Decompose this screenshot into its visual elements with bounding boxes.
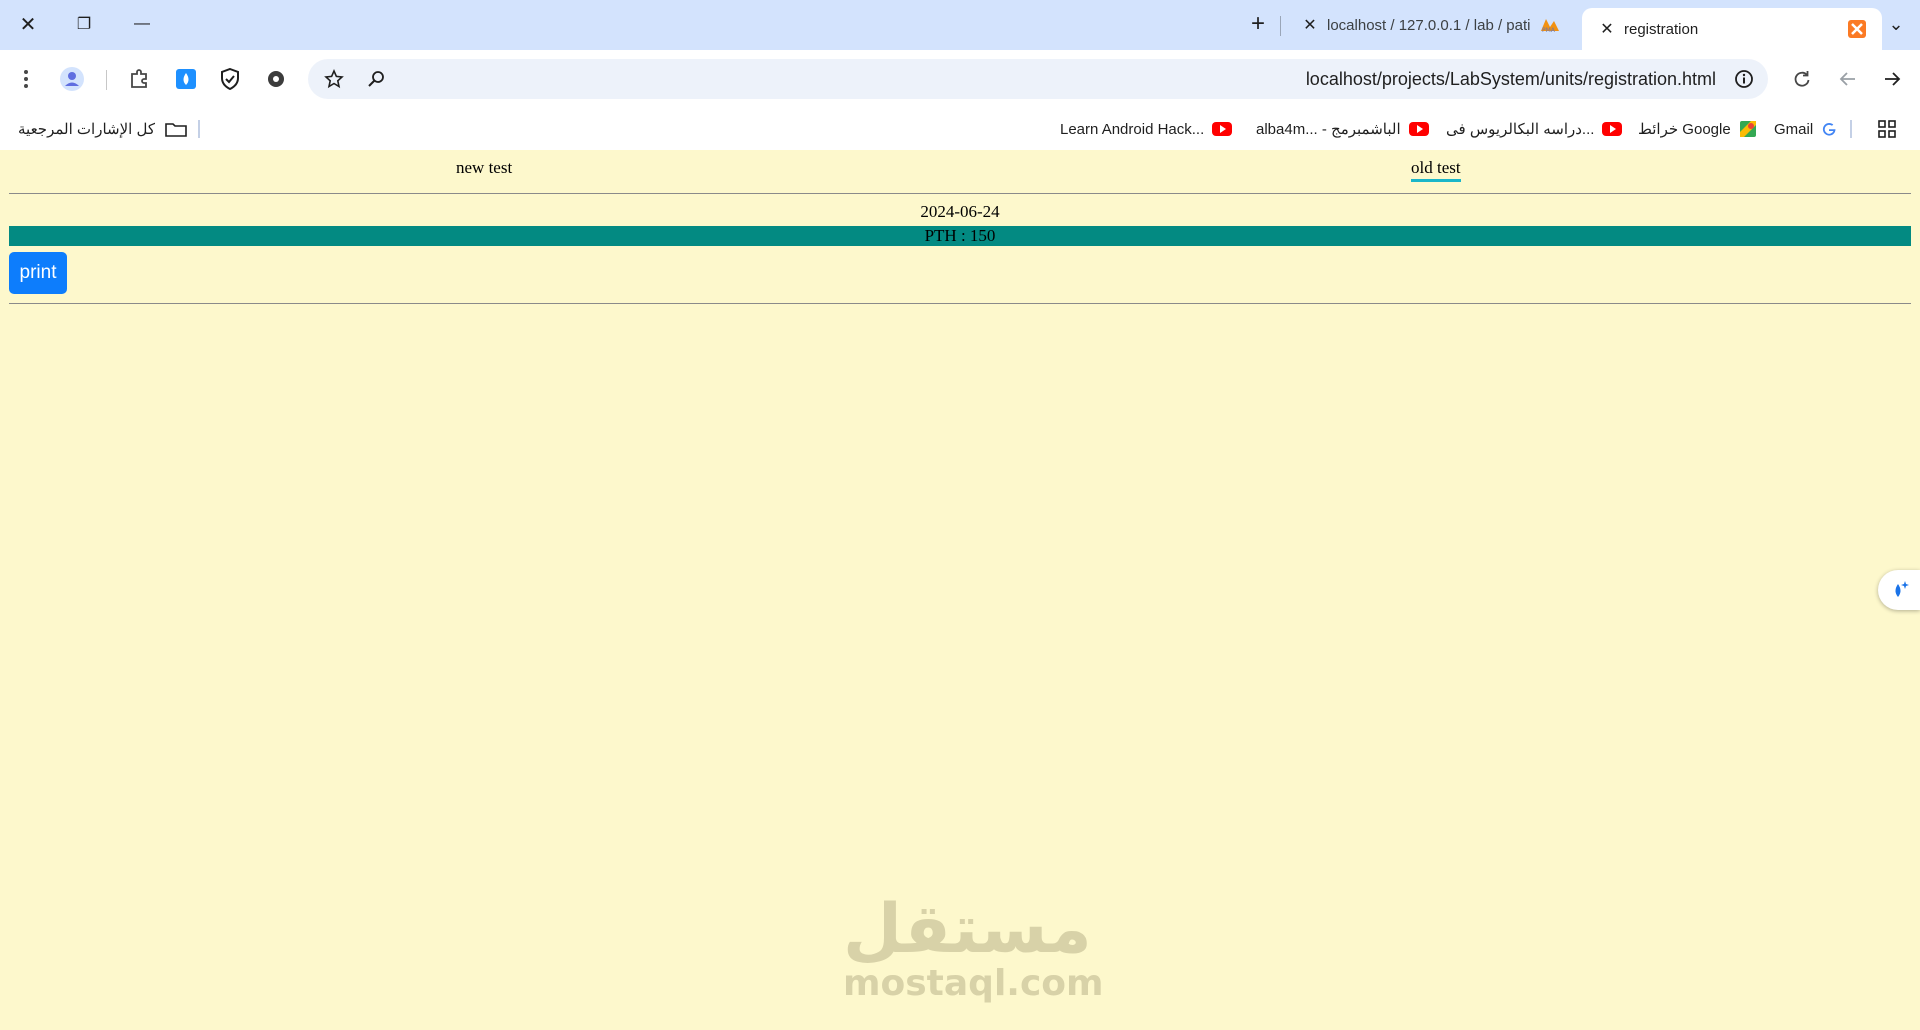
print-button[interactable]: print <box>9 252 67 294</box>
maps-icon <box>1739 120 1757 138</box>
address-bar[interactable]: localhost/projects/LabSystem/units/regis… <box>308 59 1768 99</box>
tab-old-test[interactable]: old test <box>1411 158 1461 182</box>
url-text[interactable]: localhost/projects/LabSystem/units/regis… <box>1306 59 1716 99</box>
side-panel-sparkle-icon[interactable] <box>1878 570 1920 610</box>
youtube-icon <box>1408 122 1429 136</box>
tab-new-test[interactable]: new test <box>456 158 512 178</box>
water-drop-extension-icon[interactable] <box>168 62 204 96</box>
tab-registration[interactable]: ✕ registration <box>1582 8 1882 50</box>
bookmark-label: كل الإشارات المرجعية <box>18 121 155 138</box>
forward-arrow-icon[interactable] <box>1874 62 1910 96</box>
tab-close-icon[interactable]: ✕ <box>1596 19 1618 39</box>
browser-toolbar: localhost/projects/LabSystem/units/regis… <box>0 50 1920 108</box>
xampp-icon <box>1846 19 1868 39</box>
tab-title: localhost / 127.0.0.1 / lab / pati <box>1327 16 1531 34</box>
bookmark-label: alba4m... - الباشمبرمج <box>1256 121 1401 138</box>
bookmark-learn-android[interactable]: Learn Android Hack... <box>1060 116 1233 142</box>
tab-strip: ✕ ❐ — + ✕ localhost / 127.0.0.1 / lab / … <box>0 0 1920 50</box>
minimize-window-button[interactable]: — <box>122 8 162 40</box>
reload-icon[interactable] <box>1784 62 1820 96</box>
youtube-icon <box>1602 122 1623 136</box>
bookmark-bachelor-study[interactable]: دراسه البكالريوس فى... <box>1446 116 1623 142</box>
watermark-logo: مستقل mostaql.com <box>843 890 1104 1004</box>
bookmarks-divider <box>198 120 200 138</box>
bookmark-star-icon[interactable] <box>316 62 352 96</box>
profile-avatar[interactable] <box>54 62 90 96</box>
menu-icon[interactable] <box>8 62 44 96</box>
bookmark-label: خرائط Google <box>1638 121 1731 138</box>
google-icon <box>1821 121 1837 137</box>
bookmark-albashmbrmg[interactable]: alba4m... - الباشمبرمج <box>1256 116 1429 142</box>
shield-extension-icon[interactable] <box>212 62 248 96</box>
tab-search-button[interactable]: ⌄ <box>1876 8 1916 40</box>
bookmark-label: Learn Android Hack... <box>1060 120 1205 138</box>
bookmark-label: دراسه البكالريوس فى... <box>1446 121 1595 138</box>
extensions-icon[interactable] <box>122 62 158 96</box>
site-info-icon[interactable] <box>1726 62 1762 96</box>
watermark-arabic: مستقل <box>843 890 1092 969</box>
tab-title: registration <box>1624 20 1699 38</box>
phpmyadmin-icon: PMA <box>1539 15 1561 35</box>
zoom-icon[interactable] <box>358 62 394 96</box>
folder-icon <box>165 121 187 137</box>
bookmarks-bar: كل الإشارات المرجعية Learn Android Hack.… <box>0 108 1920 150</box>
bookmark-all-bookmarks[interactable]: كل الإشارات المرجعية <box>18 116 187 142</box>
tab-divider <box>1280 16 1281 36</box>
youtube-icon <box>1212 122 1233 136</box>
tab-phpmyadmin[interactable]: ✕ localhost / 127.0.0.1 / lab / pati PMA <box>1285 8 1575 42</box>
bookmarks-divider <box>1850 120 1852 138</box>
page-content: new test old test 2024-06-24 PTH : 150 p… <box>0 150 1920 1030</box>
divider <box>9 303 1911 304</box>
toolbar-divider <box>106 70 107 90</box>
tab-close-icon[interactable]: ✕ <box>1299 15 1321 35</box>
apps-grid-icon[interactable] <box>1877 116 1897 142</box>
new-tab-button[interactable]: + <box>1238 8 1278 40</box>
bookmark-label: Gmail <box>1774 120 1814 138</box>
restore-window-button[interactable]: ❐ <box>64 8 104 40</box>
divider <box>9 193 1911 194</box>
back-arrow-icon[interactable] <box>1830 62 1866 96</box>
bookmark-google-maps[interactable]: خرائط Google <box>1638 116 1757 142</box>
test-date: 2024-06-24 <box>920 202 1000 221</box>
camera-extension-icon[interactable] <box>258 62 294 96</box>
close-window-button[interactable]: ✕ <box>8 8 48 40</box>
svg-text:PMA: PMA <box>1542 27 1556 33</box>
watermark-latin: mostaql.com <box>843 963 1104 1004</box>
bookmark-gmail[interactable]: Gmail <box>1774 116 1837 142</box>
test-result-bar: PTH : 150 <box>9 226 1911 246</box>
